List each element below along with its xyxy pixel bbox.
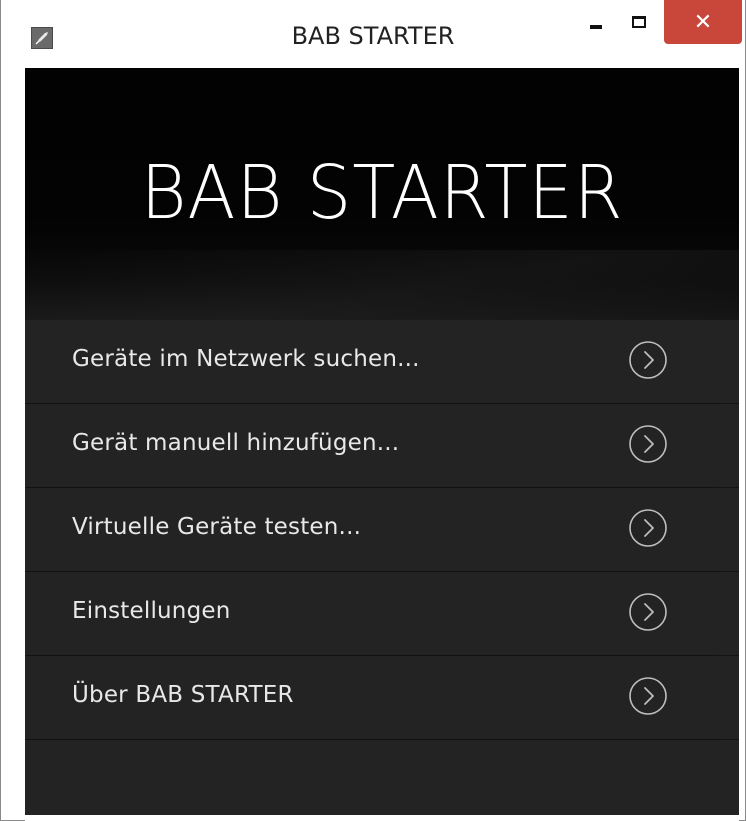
menu-item-virtual-devices[interactable]: Virtuelle Geräte testen... [25, 488, 739, 572]
window-bottom-border [25, 815, 739, 821]
maximize-button[interactable] [621, 0, 657, 44]
hero-title: BAB STARTER [140, 150, 624, 236]
menu-item-label: Virtuelle Geräte testen... [72, 514, 362, 540]
menu-item-label: Gerät manuell hinzufügen... [72, 430, 400, 456]
menu-item-settings[interactable]: Einstellungen [25, 572, 739, 656]
chevron-right-circle-icon[interactable] [628, 676, 668, 716]
main-menu: Geräte im Netzwerk suchen... Gerät manue… [25, 320, 739, 740]
chevron-right-circle-icon[interactable] [628, 592, 668, 632]
menu-item-add-manually[interactable]: Gerät manuell hinzufügen... [25, 404, 739, 488]
menu-item-about[interactable]: Über BAB STARTER [25, 656, 739, 740]
chevron-right-circle-icon[interactable] [628, 508, 668, 548]
chevron-right-circle-icon[interactable] [628, 340, 668, 380]
menu-item-label: Einstellungen [72, 598, 231, 624]
minimize-button[interactable] [578, 0, 614, 44]
chevron-right-circle-icon[interactable] [628, 424, 668, 464]
menu-item-label: Geräte im Netzwerk suchen... [72, 346, 420, 372]
menu-item-search-network[interactable]: Geräte im Netzwerk suchen... [25, 320, 739, 404]
hero-banner: BAB STARTER [25, 68, 739, 320]
maximize-icon [632, 16, 646, 28]
app-window: BAB STARTER ✕ BAB STARTER Geräte im Netz… [0, 0, 746, 821]
minimize-icon [590, 15, 602, 29]
close-button[interactable]: ✕ [664, 0, 742, 44]
menu-item-label: Über BAB STARTER [72, 682, 294, 708]
close-icon: ✕ [693, 9, 713, 35]
main-content: BAB STARTER Geräte im Netzwerk suchen...… [25, 68, 739, 815]
hero-glow [25, 250, 739, 320]
title-bar[interactable]: BAB STARTER ✕ [1, 0, 745, 68]
